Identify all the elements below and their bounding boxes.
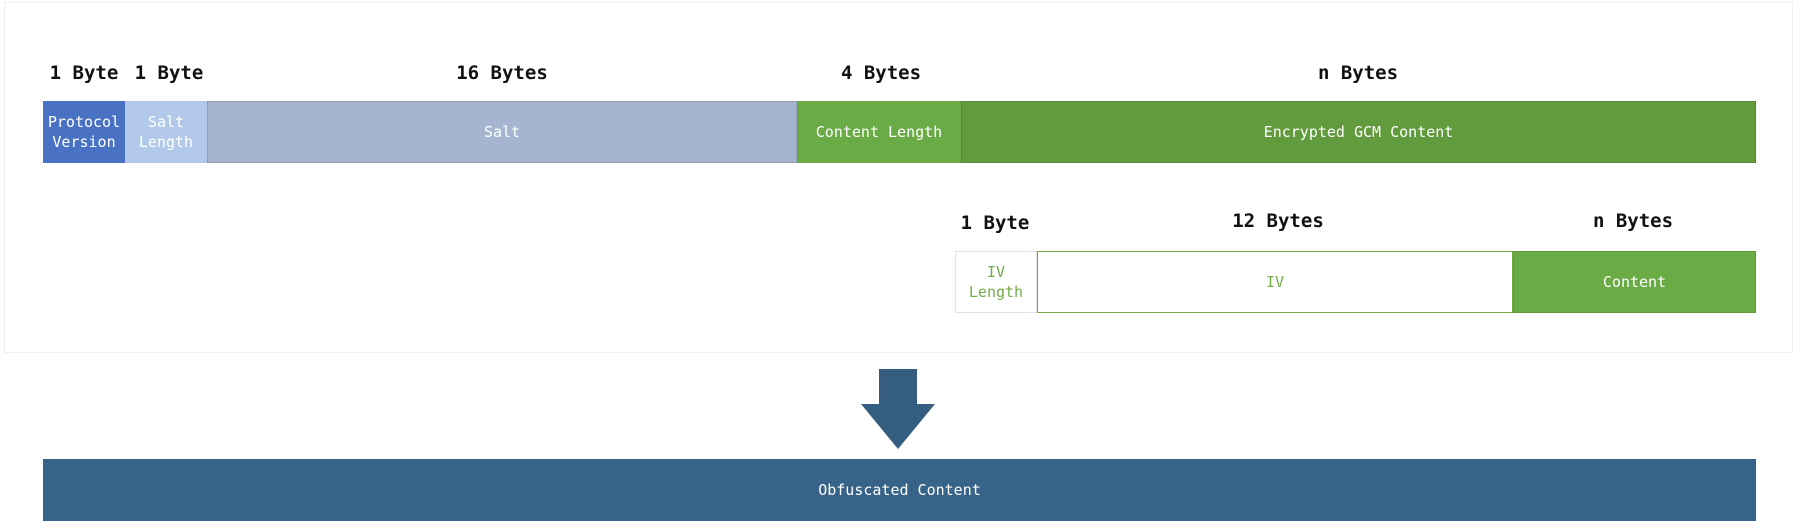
size-label-protocol-version: 1 Byte [49, 62, 119, 84]
size-label-salt-length: 1 Byte [134, 62, 204, 84]
field-encrypted-gcm-content: Encrypted GCM Content [961, 101, 1756, 163]
field-content-length: Content Length [797, 101, 961, 163]
field-gcm-content: Content [1513, 251, 1756, 313]
size-label-gcm-content: n Bytes [1592, 210, 1674, 232]
size-label-iv: 12 Bytes [1232, 210, 1324, 232]
field-iv: IV [1037, 251, 1513, 313]
size-label-salt: 16 Bytes [456, 62, 548, 84]
field-iv-length: IV Length [955, 251, 1037, 313]
size-label-iv-length: 1 Byte [960, 212, 1030, 234]
size-label-encrypted-content: n Bytes [1317, 62, 1399, 84]
field-salt-length: Salt Length [125, 101, 207, 163]
size-label-content-length: 4 Bytes [840, 62, 922, 84]
field-salt: Salt [207, 101, 797, 163]
down-arrow-icon [861, 369, 935, 449]
field-protocol-version: Protocol Version [43, 101, 125, 163]
field-obfuscated-content: Obfuscated Content [43, 459, 1756, 521]
